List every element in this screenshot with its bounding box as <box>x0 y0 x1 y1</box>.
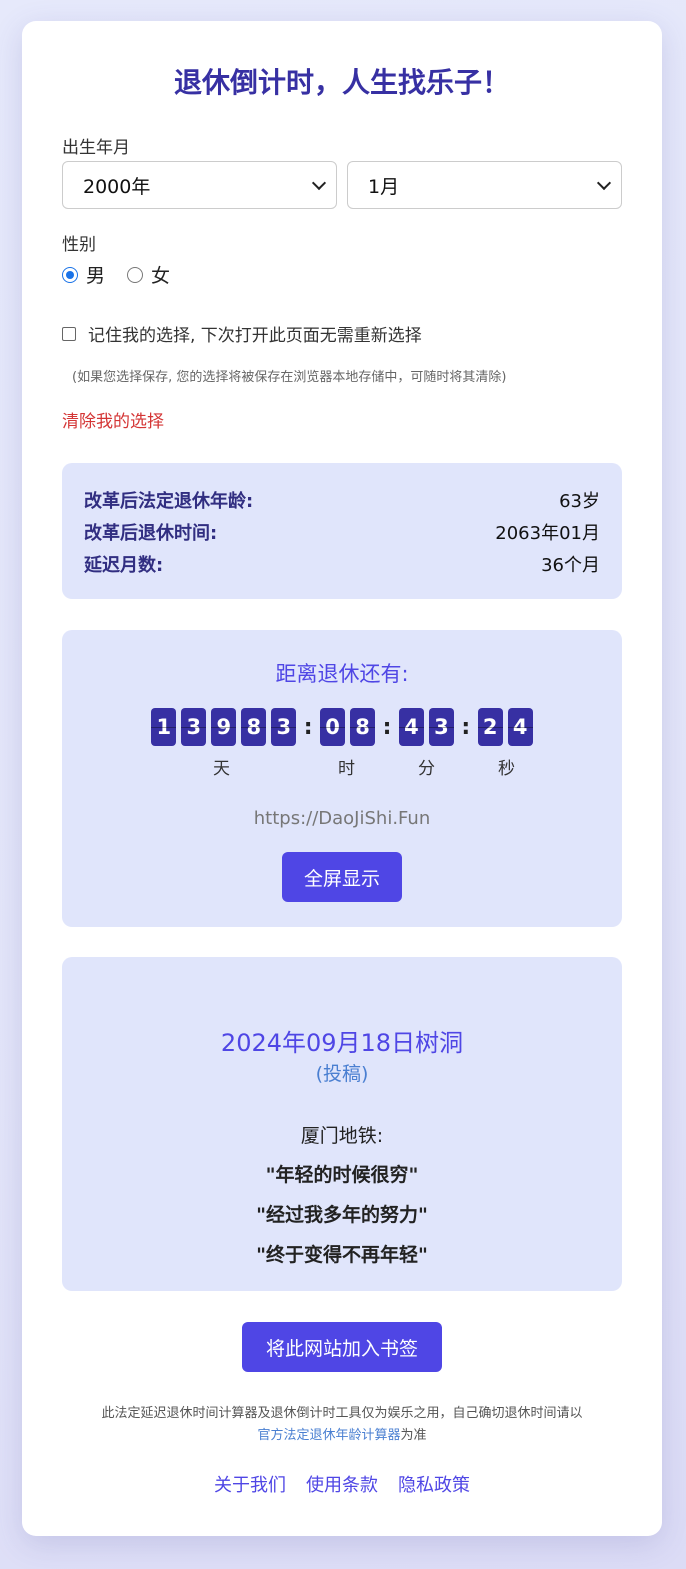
remember-checkbox[interactable] <box>62 326 76 341</box>
chevron-down-icon <box>596 175 612 190</box>
fullscreen-button[interactable]: 全屏显示 <box>282 852 402 902</box>
result-row: 延迟月数: 36个月 <box>84 551 600 577</box>
countdown-digits: 1 3 9 8 3 : 0 8 : 4 3 : 2 4 <box>62 708 622 746</box>
colon-separator: : <box>382 714 392 740</box>
disclaimer-suffix: 为准 <box>400 1428 427 1443</box>
day-digit: 3 <box>271 708 297 746</box>
unit-days: 天 <box>213 759 230 779</box>
unit-hours: 时 <box>338 759 355 779</box>
result-key: 改革后退休时间: <box>84 523 218 544</box>
day-digit: 8 <box>241 708 267 746</box>
gender-radio-female[interactable] <box>127 266 144 283</box>
treehole-line: "终于变得不再年轻" <box>256 1244 428 1266</box>
disclaimer-text: 此法定延迟退休时间计算器及退休倒计时工具仅为娱乐之用，自己确切退休时间请以 <box>101 1406 583 1421</box>
result-value: 36个月 <box>541 555 600 576</box>
result-key: 延迟月数: <box>84 555 164 576</box>
bookmark-button[interactable]: 将此网站加入书签 <box>242 1322 442 1372</box>
footer-link-about[interactable]: 关于我们 <box>214 1471 286 1497</box>
result-key: 改革后法定退休年龄: <box>84 491 254 512</box>
second-digit: 4 <box>507 708 533 746</box>
unit-minutes: 分 <box>418 759 435 779</box>
footer-link-terms[interactable]: 使用条款 <box>306 1471 378 1497</box>
footer-nav: 关于我们 使用条款 隐私政策 <box>62 1471 622 1497</box>
official-calculator-link[interactable]: 官方法定退休年龄计算器 <box>257 1428 400 1443</box>
gender-radio-group: 男 女 <box>62 261 184 288</box>
minute-digit: 4 <box>398 708 424 746</box>
month-select-value: 1月 <box>368 175 400 198</box>
submit-link[interactable]: (投稿) <box>62 1059 622 1086</box>
result-row: 改革后退休时间: 2063年01月 <box>84 519 600 545</box>
gender-option-label[interactable]: 男 <box>86 261 105 288</box>
day-digit: 9 <box>211 708 237 746</box>
gender-label: 性别 <box>62 235 96 255</box>
remember-note: (如果您选择保存, 您的选择将被保存在浏览器本地存储中，可随时将其清除) <box>72 370 507 385</box>
day-digit: 3 <box>181 708 207 746</box>
gender-radio-male[interactable] <box>62 266 78 283</box>
main-card: 退休倒计时，人生找乐子！ 出生年月 2000年 1月 性别 男 女 记住我的选择… <box>22 21 662 1536</box>
year-select[interactable]: 2000年 <box>62 161 337 209</box>
treehole-panel: 2024年09月18日树洞 (投稿) 厦门地铁: "年轻的时候很穷" "经过我多… <box>62 957 622 1291</box>
gender-option-label[interactable]: 女 <box>151 261 170 288</box>
treehole-line: "经过我多年的努力" <box>256 1204 428 1226</box>
hour-digit: 0 <box>320 708 346 746</box>
page-title: 退休倒计时，人生找乐子！ <box>173 66 510 99</box>
result-value: 2063年01月 <box>495 523 600 544</box>
colon-separator: : <box>461 714 471 740</box>
second-digit: 2 <box>477 708 503 746</box>
remember-label[interactable]: 记住我的选择, 下次打开此页面无需重新选择 <box>88 321 422 346</box>
year-select-value: 2000年 <box>83 175 151 198</box>
countdown-title: 距离退休还有: <box>275 662 409 686</box>
treehole-line: 厦门地铁: <box>300 1125 384 1147</box>
month-select[interactable]: 1月 <box>347 161 622 209</box>
treehole-title: 2024年09月18日树洞 <box>220 1029 464 1057</box>
site-url: https://DaoJiShi.Fun <box>253 808 431 829</box>
result-panel: 改革后法定退休年龄: 63岁 改革后退休时间: 2063年01月 延迟月数: 3… <box>62 463 622 599</box>
birth-label: 出生年月 <box>62 138 130 158</box>
minute-digit: 3 <box>428 708 454 746</box>
countdown-panel: 距离退休还有: 1 3 9 8 3 : 0 8 : 4 3 : 2 4 天 时 … <box>62 630 622 927</box>
chevron-down-icon <box>311 175 327 190</box>
treehole-line: "年轻的时候很穷" <box>265 1164 419 1186</box>
result-value: 63岁 <box>559 491 600 512</box>
footer-link-privacy[interactable]: 隐私政策 <box>398 1471 470 1497</box>
remember-row: 记住我的选择, 下次打开此页面无需重新选择 <box>62 321 422 346</box>
hour-digit: 8 <box>350 708 376 746</box>
unit-seconds: 秒 <box>498 759 515 779</box>
day-digit: 1 <box>151 708 177 746</box>
result-row: 改革后法定退休年龄: 63岁 <box>84 487 600 513</box>
clear-selection-link[interactable]: 清除我的选择 <box>62 407 164 432</box>
colon-separator: : <box>303 714 313 740</box>
disclaimer: 此法定延迟退休时间计算器及退休倒计时工具仅为娱乐之用，自己确切退休时间请以 官方… <box>62 1403 622 1447</box>
